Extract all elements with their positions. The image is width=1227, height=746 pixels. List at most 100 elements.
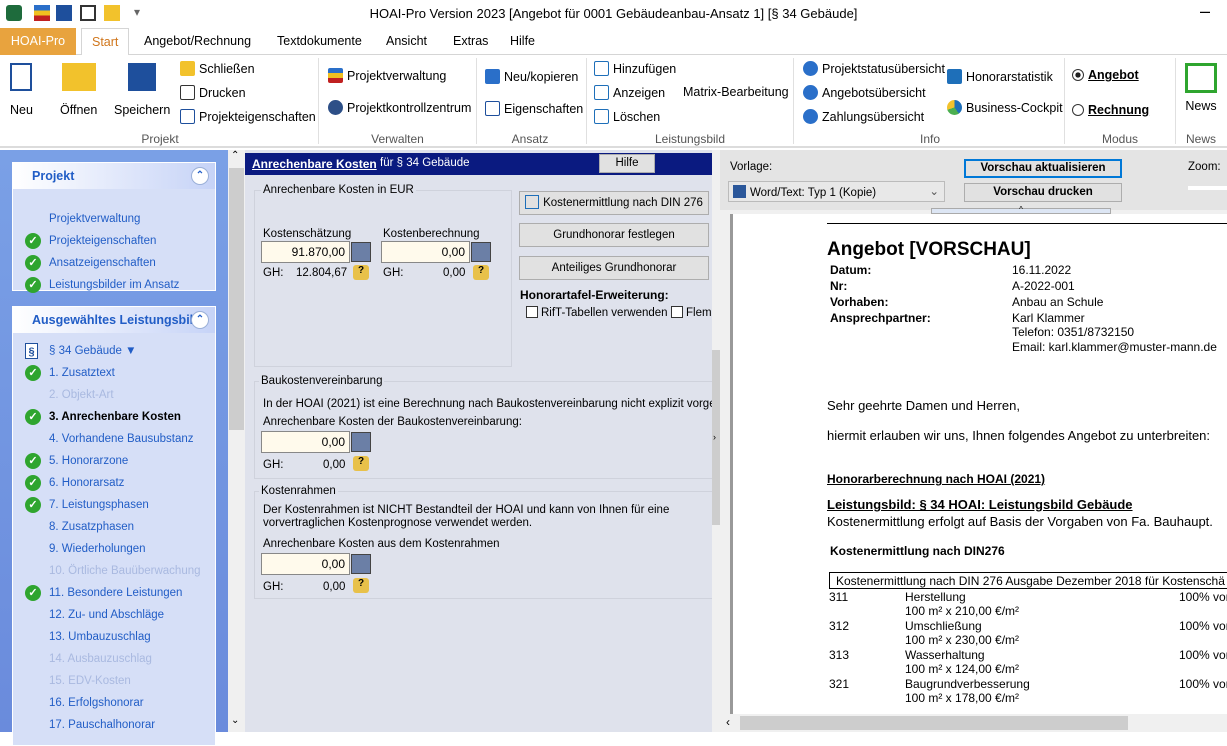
bkv-text: In der HOAI (2021) ist eine Berechnung n… [263, 398, 741, 410]
scroll-thumb[interactable] [229, 168, 244, 430]
scroll-left-icon[interactable]: ‹ [726, 715, 730, 729]
sidebar-step[interactable]: 17. Pauschalhonorar [49, 719, 155, 731]
calculator-icon[interactable] [351, 554, 371, 574]
project-management-button[interactable]: Projektverwaltung [328, 68, 446, 83]
mode-rechnung-radio[interactable]: Rechnung [1072, 103, 1149, 117]
calculator-icon[interactable] [351, 432, 371, 452]
eye-icon [803, 109, 818, 124]
sidebar-item[interactable]: Projektverwaltung [49, 213, 140, 225]
tab-hoai-pro[interactable]: HOAI-Pro [0, 28, 76, 55]
cost-row-number: 311 [829, 590, 849, 604]
zoom-slider[interactable] [1188, 186, 1227, 190]
bkv-input[interactable]: 0,00 [261, 431, 350, 453]
open-button[interactable]: Öffnen [60, 63, 97, 117]
projekt-panel-header[interactable]: Projekt ⌃ [13, 163, 215, 189]
divider [793, 58, 794, 144]
business-cockpit-label: Business-Cockpit [966, 100, 1063, 115]
leistungsbild-selector[interactable]: § § 34 Gebäude ▼ [25, 343, 136, 359]
offer-overview-button[interactable]: Angebotsübersicht [803, 85, 926, 100]
mode-angebot-radio[interactable]: Angebot [1072, 68, 1139, 82]
anteiliges-grundhonorar-button[interactable]: Anteiliges Grundhonorar [519, 256, 709, 280]
scroll-up-icon[interactable]: ⌃ [231, 150, 239, 161]
field-label: Ansprechpartner: [830, 311, 931, 325]
news-button[interactable]: News [1185, 63, 1217, 113]
ribbon: Neu Öffnen Speichern Schließen Drucken P… [0, 55, 1227, 148]
sidebar-step[interactable]: ✓ 1. Zusatztext [25, 365, 115, 381]
sidebar-step[interactable]: 4. Vorhandene Bausubstanz [49, 433, 194, 445]
add-button[interactable]: Hinzufügen [594, 61, 676, 76]
sidebar-step[interactable]: ✓ 3. Anrechenbare Kosten [25, 409, 181, 425]
scroll-down-icon[interactable]: ⌄ [231, 715, 239, 726]
flemm-checkbox[interactable]: Flemr [671, 306, 715, 319]
project-properties-button[interactable]: Projekteigenschaften [180, 109, 316, 124]
panel-header: Anrechenbare Kosten für § 34 Gebäude Hil… [245, 153, 712, 175]
panel-title: Ausgewähltes Leistungsbild [32, 313, 201, 327]
tab-textdokumente[interactable]: Textdokumente [267, 28, 372, 55]
sidebar-step[interactable]: ✓ 6. Honorarsatz [25, 475, 124, 491]
din276-button[interactable]: Kostenermittlung nach DIN 276 [519, 191, 709, 215]
save-button[interactable]: Speichern [114, 63, 170, 117]
sidebar-step[interactable]: ✓ 11. Besondere Leistungen [25, 585, 182, 601]
new-button[interactable]: Neu [10, 63, 33, 117]
business-cockpit-button[interactable]: Business-Cockpit [947, 100, 1063, 115]
calculator-icon[interactable] [471, 242, 491, 262]
sidebar-step[interactable]: 8. Zusatzphasen [49, 521, 134, 533]
show-button[interactable]: Anzeigen [594, 85, 665, 100]
project-status-button[interactable]: Projektstatusübersicht [803, 61, 945, 76]
matrix-button[interactable]: Matrix-Bearbeitung [683, 85, 789, 99]
help-question-icon[interactable]: ? [353, 265, 369, 280]
print-icon [180, 85, 195, 100]
help-button[interactable]: Hilfe [599, 154, 655, 173]
help-question-icon[interactable]: ? [353, 456, 369, 471]
grundhonorar-button[interactable]: Grundhonorar festlegen [519, 223, 709, 247]
sidebar-item[interactable]: ✓ Projekteigenschaften [25, 233, 156, 249]
tab-extras[interactable]: Extras [443, 28, 498, 55]
kostenschaetzung-input[interactable]: 91.870,00 [261, 241, 350, 263]
refresh-preview-button[interactable]: Vorschau aktualisieren [964, 159, 1122, 178]
tab-start[interactable]: Start [81, 28, 130, 56]
collapse-icon[interactable]: ⌃ [191, 167, 209, 185]
sidebar-step[interactable]: 16. Erfolgshonorar [49, 697, 144, 709]
tab-ansicht[interactable]: Ansicht [376, 28, 437, 55]
sidebar-item[interactable]: ✓ Leistungsbilder im Ansatz [25, 277, 179, 293]
sidebar-step[interactable]: 12. Zu- und Abschläge [49, 609, 164, 621]
new-copy-button[interactable]: Neu/kopieren [485, 69, 578, 84]
help-question-icon[interactable]: ? [353, 578, 369, 593]
calculator-icon[interactable] [351, 242, 371, 262]
preview-panel: Vorlage: Word/Text: Typ 1 (Kopie) ⌄ Vorsc… [720, 150, 1227, 732]
sidebar-item[interactable]: ✓ Ansatzeigenschaften [25, 255, 156, 271]
splitter[interactable]: › [712, 150, 720, 732]
help-question-icon[interactable]: ? [473, 265, 489, 280]
project-management-icon [328, 68, 343, 83]
print-button[interactable]: Drucken [180, 85, 246, 100]
sidebar-step[interactable]: ✓ 7. Leistungsphasen [25, 497, 149, 513]
sidebar-step[interactable]: 9. Wiederholungen [49, 543, 146, 555]
scroll-thumb[interactable] [740, 716, 1128, 730]
sidebar-step[interactable]: ✓ 5. Honorarzone [25, 453, 128, 469]
kostenrahmen-input[interactable]: 0,00 [261, 553, 350, 575]
preview-hscrollbar[interactable]: ‹ [720, 714, 1227, 732]
tab-angebot-rechnung[interactable]: Angebot/Rechnung [134, 28, 261, 55]
control-center-button[interactable]: Projektkontrollzentrum [328, 100, 471, 115]
control-center-label: Projektkontrollzentrum [347, 100, 472, 115]
chevron-right-icon[interactable]: › [713, 432, 716, 442]
fee-statistics-button[interactable]: Honorarstatistik [947, 69, 1053, 84]
payment-overview-button[interactable]: Zahlungsübersicht [803, 109, 924, 124]
phone-text: Telefon: 0351/8732150 [1012, 325, 1135, 339]
vorlage-select[interactable]: Word/Text: Typ 1 (Kopie) ⌄ [728, 181, 945, 202]
collapse-icon[interactable]: ⌃ [191, 311, 209, 329]
kostenberechnung-input[interactable]: 0,00 [381, 241, 470, 263]
sidebar-step: 14. Ausbauzuschlag [49, 653, 152, 665]
tab-hilfe[interactable]: Hilfe [500, 28, 545, 55]
leistungsbild-panel-header[interactable]: Ausgewähltes Leistungsbild ⌃ [13, 307, 215, 333]
sidebar-scrollbar[interactable]: ⌃ ⌄ [228, 150, 245, 732]
rift-checkbox[interactable]: RifT-Tabellen verwenden [526, 306, 668, 319]
sidebar-step[interactable]: 13. Umbauzuschlag [49, 631, 151, 643]
print-preview-button[interactable]: Vorschau drucken [964, 183, 1122, 202]
properties-button[interactable]: Eigenschaften [485, 101, 583, 116]
zoom-label: Zoom: [1188, 161, 1221, 173]
gh-label: GH: [263, 459, 284, 471]
delete-button[interactable]: Löschen [594, 109, 660, 124]
minimize-button[interactable]: – [1200, 1, 1210, 22]
close-button[interactable]: Schließen [180, 61, 255, 76]
